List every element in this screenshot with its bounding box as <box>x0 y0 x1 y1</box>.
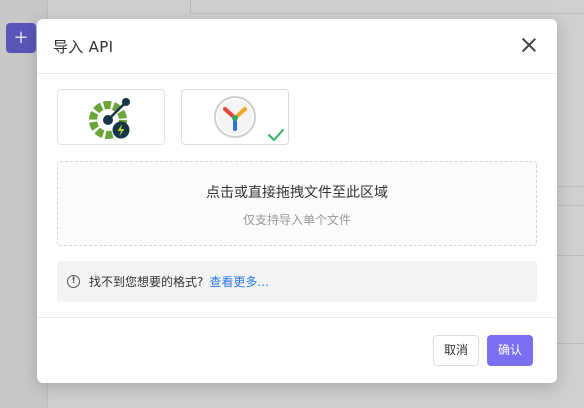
divider <box>190 13 584 14</box>
divider <box>190 0 191 14</box>
file-dropzone[interactable]: 点击或直接拖拽文件至此区域 仅支持导入单个文件 <box>57 161 537 246</box>
format-option-yapi[interactable] <box>181 89 289 145</box>
format-options <box>57 89 289 145</box>
confirm-button[interactable]: 确认 <box>487 335 533 366</box>
openapi-icon <box>89 98 130 139</box>
yapi-icon <box>214 96 256 138</box>
cancel-button[interactable]: 取消 <box>433 335 479 366</box>
divider <box>556 343 584 344</box>
format-option-openapi[interactable] <box>57 89 165 145</box>
dialog-header: 导入 API <box>37 19 557 74</box>
divider <box>556 255 584 256</box>
dropzone-hint: 仅支持导入单个文件 <box>242 213 351 227</box>
dropzone-title: 点击或直接拖拽文件至此区域 <box>206 185 388 201</box>
check-icon <box>268 129 284 141</box>
view-more-link[interactable]: 查看更多... <box>209 273 268 290</box>
divider <box>556 186 584 187</box>
format-notice: ! 找不到您想要的格式? 查看更多... <box>57 261 537 302</box>
divider <box>556 205 584 206</box>
info-icon: ! <box>67 275 80 288</box>
notice-text: 找不到您想要的格式? <box>89 275 204 289</box>
dialog-footer: 取消 确认 <box>37 317 557 383</box>
add-button: + <box>6 23 36 53</box>
import-api-dialog: 导入 API 点击或直接拖拽文件至此区域 仅支持导入单个文件 ! 找不到您想要的… <box>37 19 557 383</box>
dialog-title: 导入 API <box>53 38 114 56</box>
close-icon[interactable] <box>521 37 537 53</box>
